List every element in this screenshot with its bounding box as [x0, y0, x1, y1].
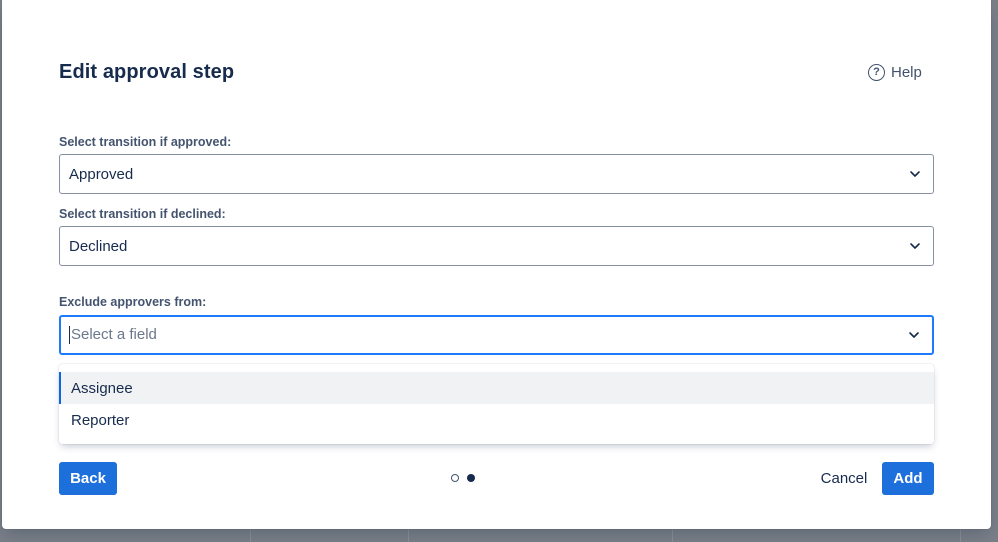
step-indicator [451, 474, 475, 482]
step-dot-1[interactable] [451, 474, 459, 482]
background-divider [408, 529, 409, 542]
declined-transition-label: Select transition if declined: [59, 207, 226, 221]
step-dot-2[interactable] [467, 474, 475, 482]
exclude-approvers-select[interactable]: Select a field [59, 315, 934, 355]
help-link[interactable]: ? Help [868, 64, 922, 81]
declined-transition-value: Declined [69, 237, 128, 255]
edit-approval-dialog: Edit approval step ? Help Select transit… [2, 0, 991, 529]
back-button[interactable]: Back [59, 462, 117, 495]
option-assignee[interactable]: Assignee [59, 372, 934, 404]
exclude-approvers-label: Exclude approvers from: [59, 295, 207, 309]
chevron-down-icon [909, 332, 919, 338]
help-label: Help [891, 64, 922, 81]
dialog-title: Edit approval step [59, 61, 235, 83]
chevron-down-icon [910, 171, 920, 177]
background-divider [250, 529, 251, 542]
approved-transition-value: Approved [69, 165, 134, 183]
chevron-down-icon [910, 243, 920, 249]
background-divider [672, 529, 673, 542]
cancel-button[interactable]: Cancel [812, 462, 876, 495]
exclude-approvers-placeholder: Select a field [69, 326, 157, 344]
exclude-approvers-menu: Assignee Reporter [59, 364, 934, 444]
declined-transition-select[interactable]: Declined [59, 226, 934, 266]
approved-transition-select[interactable]: Approved [59, 154, 934, 194]
option-reporter[interactable]: Reporter [59, 404, 934, 436]
background-divider [960, 529, 961, 542]
approved-transition-label: Select transition if approved: [59, 135, 232, 149]
add-button[interactable]: Add [882, 462, 934, 495]
help-circle-icon: ? [868, 64, 885, 81]
